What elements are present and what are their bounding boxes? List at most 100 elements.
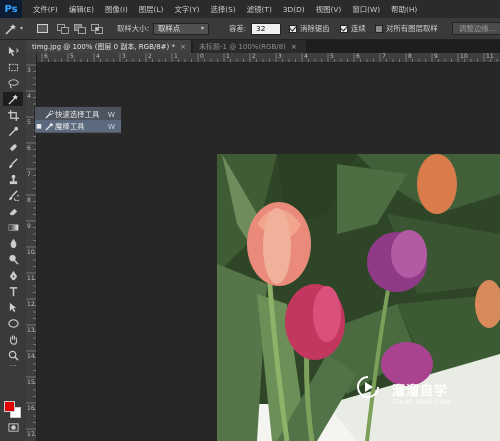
tab-untitled[interactable]: 未标题-1 @ 100%(RGB/8) × [193,40,306,53]
sample-size-value: 取样点 [158,24,181,33]
tool-brush[interactable] [3,156,23,170]
menu-file[interactable]: 文件(F) [33,4,58,15]
selection-mode-new[interactable] [37,18,48,39]
blur-drop-icon [10,238,16,248]
rectangular-marquee-icon [8,63,18,71]
magic-wand-icon [5,23,16,35]
selection-mode-subtract[interactable] [74,18,86,39]
menu-layer[interactable]: 图层(L) [139,4,164,15]
tool-preset-picker[interactable]: ▾ [4,18,23,39]
selection-mode-intersect[interactable] [91,18,103,39]
dodge-icon [8,254,19,265]
ruler-number: 0 [200,53,204,60]
refine-edge-button[interactable]: 调整边缘... [452,18,500,39]
quick-selection-icon [43,109,55,119]
menu-3d[interactable]: 3D(D) [283,5,305,14]
tool-zoom[interactable] [3,348,23,362]
zoom-icon [8,350,19,361]
ruler-number: 3 [122,53,126,60]
tool-type[interactable] [3,284,23,298]
ruler-number: 5 [27,119,31,126]
flyout-label: 快速选择工具 [55,109,100,119]
more-tools-icon: ··· [9,362,17,370]
selection-mode-add[interactable] [57,18,69,39]
ruler-number: 3 [278,53,282,60]
ruler-number: 6 [27,145,31,152]
menu-help[interactable]: 帮助(H) [391,4,417,15]
ruler-number: 15 [27,379,35,386]
tool-eraser[interactable] [3,204,23,218]
ruler-number: 5 [70,53,74,60]
tool-lasso[interactable] [3,76,23,90]
watermark-play-logo-icon [357,376,379,398]
watermark-name: 溜溜自学 [392,384,449,399]
lasso-icon [7,78,19,88]
all-layers-checkbox[interactable]: 对所有图层取样 [375,18,438,39]
ruler-number: 17 [27,431,35,438]
healing-brush-icon [9,143,17,151]
tool-dodge[interactable] [3,252,23,266]
ruler-number: 3 [27,67,31,74]
contiguous-checkbox[interactable]: 连续 [340,18,366,39]
refine-edge-label: 调整边缘... [459,24,496,33]
tolerance-field[interactable]: 32 [251,18,281,39]
chevron-down-icon: ▾ [200,25,204,32]
menu-view[interactable]: 视图(V) [316,4,342,15]
eyedropper-icon [8,126,18,136]
tab-label: timg.jpg @ 100% (图层 0 副本, RGB/8#) * [32,42,176,51]
type-icon [9,286,17,296]
chevron-down-icon: ▾ [20,25,24,32]
tool-eyedropper[interactable] [3,124,23,138]
menu-bar: Ps 文件(F) 编辑(E) 图像(I) 图层(L) 文字(Y) 选择(S) 滤… [0,0,500,18]
add-to-selection-icon [57,23,69,34]
ruler-number: 7 [382,53,386,60]
tool-move[interactable] [3,44,23,58]
flyout-item-quick-selection[interactable]: 快速选择工具 W [35,108,121,120]
intersect-selection-icon [91,23,103,34]
ruler-number: 1 [226,53,230,60]
magic-wand-icon [7,93,18,105]
move-icon [8,46,19,56]
menu-image[interactable]: 图像(I) [105,4,128,15]
tool-hand[interactable] [3,332,23,346]
tool-clone-stamp[interactable] [3,172,23,186]
ruler-number: 11 [27,275,35,282]
ruler-number: 1 [174,53,178,60]
menu-edit[interactable]: 编辑(E) [69,4,94,15]
ruler-number: 10 [27,249,35,256]
tool-magic-wand[interactable] [3,92,23,106]
menu-filter[interactable]: 滤镜(T) [247,4,272,15]
tool-history-brush[interactable] [3,188,23,202]
ruler-number: 14 [27,353,35,360]
gradient-icon [8,223,18,231]
tab-timg[interactable]: timg.jpg @ 100% (图层 0 副本, RGB/8#) * × [26,40,191,53]
tool-marquee[interactable] [3,60,23,74]
close-icon[interactable]: × [180,43,186,51]
foreground-color-swatch-front[interactable] [4,401,15,412]
flyout-shortcut: W [107,121,115,131]
ruler-number: 7 [27,171,31,178]
ruler-number: 11 [486,53,494,60]
magic-wand-icon [43,121,55,131]
checkbox-checked-icon [340,24,348,33]
tolerance-value: 32 [256,24,266,33]
tool-blur[interactable] [3,236,23,250]
tool-more[interactable]: ··· [3,361,23,371]
tool-gradient[interactable] [3,220,23,234]
tool-crop[interactable] [3,108,23,122]
menu-type[interactable]: 文字(Y) [174,4,199,15]
tool-path-selection[interactable] [3,300,23,314]
quick-mask-button[interactable] [3,420,23,434]
menu-select[interactable]: 选择(S) [211,4,236,15]
close-icon[interactable]: × [291,43,297,51]
ruler-number: 2 [252,53,256,60]
tool-shape[interactable] [3,316,23,330]
path-selection-icon [9,302,16,312]
menu-window[interactable]: 窗口(W) [352,4,380,15]
flyout-item-magic-wand[interactable]: ■ 魔棒工具 W [35,120,121,132]
tool-pen[interactable] [3,268,23,282]
tool-healing-brush[interactable] [3,140,23,154]
sample-size-select[interactable]: 取样点 ▾ [153,18,209,39]
antialias-checkbox[interactable]: 消除锯齿 [289,18,330,39]
ruler-number: 2 [148,53,152,60]
